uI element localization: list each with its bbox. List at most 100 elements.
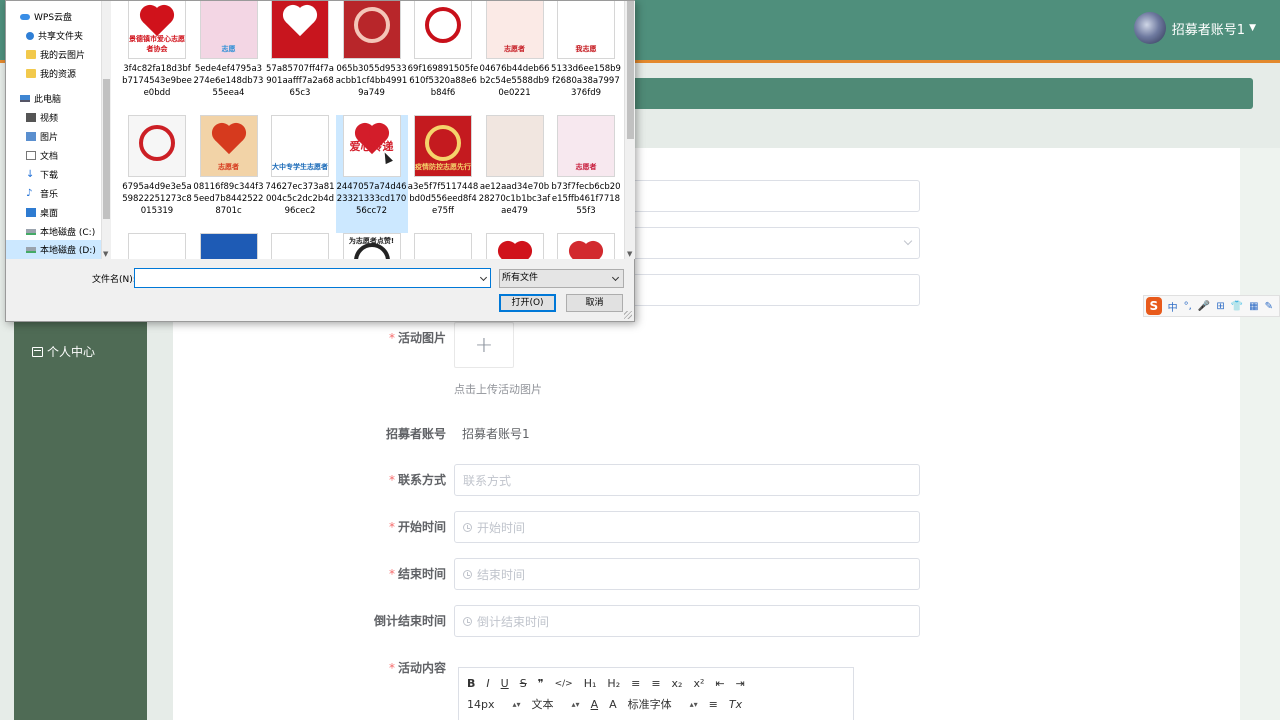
heart-graphic: [214, 125, 243, 155]
file-item[interactable]: 大中专学生志愿者 74627ec373a81004c5c2dc2b4d96cec2: [264, 115, 336, 233]
file-thumbnail: 景德镇市爱心志愿者协会: [128, 1, 186, 59]
navigation-scrollbar[interactable]: ▼: [101, 1, 111, 259]
thumbnail-caption: 爱心传递: [349, 140, 394, 153]
filename-input[interactable]: [134, 268, 491, 288]
caret-down-icon[interactable]: ▼: [1249, 23, 1256, 33]
bold-button[interactable]: B: [467, 677, 475, 690]
open-button[interactable]: 打开(O): [499, 294, 556, 312]
form-row-contact: * 联系方式 联系方式: [173, 464, 1240, 496]
ime-punctuation-toggle[interactable]: °,: [1184, 301, 1192, 312]
files-scrollbar[interactable]: ▼: [624, 1, 635, 259]
file-item[interactable]: [407, 233, 479, 259]
updown-icon: ▴▾: [512, 699, 521, 709]
nav-item-this-pc[interactable]: 此电脑: [6, 89, 101, 108]
file-item[interactable]: ae12aad34e70b28270c1b1bc3afae479: [479, 115, 551, 233]
scroll-down-icon[interactable]: ▼: [103, 250, 108, 258]
font-color-button[interactable]: A: [591, 698, 599, 711]
indent-button[interactable]: ⇥: [736, 677, 745, 690]
scrollbar-thumb[interactable]: [627, 1, 634, 139]
file-item[interactable]: 志愿 5ede4ef4795a3274e6e148db7355eea4: [193, 1, 265, 115]
underline-button[interactable]: U: [501, 677, 509, 690]
nav-item-desktop[interactable]: 桌面: [6, 203, 101, 222]
clock-icon: [463, 616, 472, 626]
text-type-select[interactable]: 文本 ▴▾: [532, 696, 580, 712]
file-type-select[interactable]: 所有文件: [499, 269, 624, 288]
file-item[interactable]: 6795a4d9e3e5a59822251273c8015319: [121, 115, 193, 233]
rich-text-editor[interactable]: B I U S ❞ </> H₁ H₂ ≡ ≡ x₂ x² ⇤ ⇥ 14px ▴▾…: [458, 667, 854, 720]
file-item[interactable]: 景德镇市爱心志愿者协会 3f4c82fa18d3bfb7174543e9beee0…: [121, 1, 193, 115]
nav-item-pictures[interactable]: 图片: [6, 127, 101, 146]
file-item[interactable]: 我志愿 5133d6ee158b9f2680a38a7997376fd9: [550, 1, 622, 115]
background-color-button[interactable]: A: [609, 698, 617, 711]
subscript-button[interactable]: x₂: [672, 677, 683, 690]
start-time-input[interactable]: 开始时间: [454, 511, 920, 543]
file-item[interactable]: [550, 233, 622, 259]
cancel-button[interactable]: 取消: [566, 294, 623, 312]
resize-grip-icon[interactable]: [624, 311, 632, 319]
quote-button[interactable]: ❞: [538, 677, 544, 690]
nav-item-wps-cloud[interactable]: WPS云盘: [6, 7, 101, 26]
file-item[interactable]: 065b3055d9533acbb1cf4bb49919a749: [336, 1, 408, 115]
file-item[interactable]: 57a85707ff4f7a901aafff7a2a6865c3: [264, 1, 336, 115]
file-thumbnail: [271, 233, 329, 259]
ime-chinese-toggle[interactable]: 中: [1168, 299, 1178, 314]
file-item[interactable]: [264, 233, 336, 259]
file-name: 08116f89c344f35eed7b84425228701c: [193, 182, 264, 216]
superscript-button[interactable]: x²: [693, 677, 704, 690]
countdown-input[interactable]: 倒计结束时间: [454, 605, 920, 637]
scroll-down-icon[interactable]: ▼: [627, 250, 632, 258]
italic-button[interactable]: I: [486, 677, 489, 690]
sidebar-item-personal-center[interactable]: 个人中心: [32, 343, 95, 360]
file-item[interactable]: [479, 233, 551, 259]
file-item[interactable]: [193, 233, 265, 259]
account-name[interactable]: 招募者账号1: [1172, 19, 1245, 38]
contact-input[interactable]: 联系方式: [454, 464, 920, 496]
user-menu[interactable]: 招募者账号1 ▼: [1133, 12, 1256, 44]
ordered-list-button[interactable]: ≡: [631, 677, 640, 690]
nav-item-music[interactable]: ♪ 音乐: [6, 184, 101, 203]
end-time-input[interactable]: 结束时间: [454, 558, 920, 590]
nav-item-drive-d[interactable]: 本地磁盘 (D:): [6, 240, 101, 259]
sogou-logo-icon[interactable]: S: [1146, 297, 1162, 315]
nav-item-drive-c[interactable]: 本地磁盘 (C:): [6, 222, 101, 241]
upload-tip: 点击上传活动图片: [454, 383, 542, 396]
avatar[interactable]: [1133, 12, 1166, 44]
file-thumbnail: 志愿者: [485, 1, 544, 59]
file-item[interactable]: [121, 233, 193, 259]
h1-button[interactable]: H₁: [584, 677, 597, 690]
h2-button[interactable]: H₂: [607, 677, 620, 690]
upload-image-button[interactable]: +: [454, 322, 514, 368]
font-size-select[interactable]: 14px ▴▾: [467, 698, 521, 711]
nav-item-cloud-pictures[interactable]: 我的云图片: [6, 45, 101, 64]
code-button[interactable]: </>: [555, 679, 573, 689]
scrollbar-thumb[interactable]: [103, 79, 110, 219]
ime-skin-icon[interactable]: 👕: [1231, 301, 1243, 312]
chevron-down-icon[interactable]: [479, 273, 488, 282]
nav-item-my-resources[interactable]: 我的资源: [6, 64, 101, 83]
file-item[interactable]: 志愿者 08116f89c344f35eed7b84425228701c: [193, 115, 265, 233]
clear-format-button[interactable]: Tx: [729, 698, 742, 711]
ime-microphone-icon[interactable]: 🎤: [1198, 301, 1210, 312]
file-thumbnail: [271, 1, 329, 59]
bullet-list-button[interactable]: ≡: [651, 677, 660, 690]
file-item[interactable]: 为志愿者点赞!: [336, 233, 408, 259]
align-button[interactable]: ≡: [709, 698, 718, 711]
strike-button[interactable]: S: [520, 677, 527, 690]
ime-tools-icon[interactable]: ✎: [1265, 301, 1273, 312]
file-item[interactable]: 69f169891505fe610f5320a88e6b84f6: [407, 1, 479, 115]
ime-apps-icon[interactable]: ▦: [1249, 301, 1258, 312]
outdent-button[interactable]: ⇤: [715, 677, 724, 690]
thumbnail-caption: 为志愿者点赞!: [348, 237, 395, 245]
ime-toolbar[interactable]: S 中 °, 🎤 ⊞ 👕 ▦ ✎: [1143, 295, 1280, 317]
font-family-select[interactable]: 标准字体 ▴▾: [628, 696, 698, 712]
file-item[interactable]: 志愿者 04676b44deb66b2c54e5588db90e0221: [479, 1, 551, 115]
file-item[interactable]: 志愿者 b73f7fecb6cb20e15ffb461f771855f3: [550, 115, 622, 233]
file-item[interactable]: 爱心传递 2447057a74d4623321333cd17056cc72: [335, 115, 408, 233]
file-item[interactable]: 疫情防控志愿先行 a3e5f7f5117448bd0d556eed8f4e75ff: [407, 115, 479, 233]
file-thumbnail: 大中专学生志愿者: [271, 115, 329, 177]
nav-item-videos[interactable]: 视频: [6, 108, 101, 127]
ime-keyboard-icon[interactable]: ⊞: [1216, 301, 1224, 312]
nav-item-shared-folder[interactable]: 共享文件夹: [6, 26, 101, 45]
nav-item-documents[interactable]: 文档: [6, 146, 101, 165]
nav-item-downloads[interactable]: ↓ 下载: [6, 165, 101, 184]
